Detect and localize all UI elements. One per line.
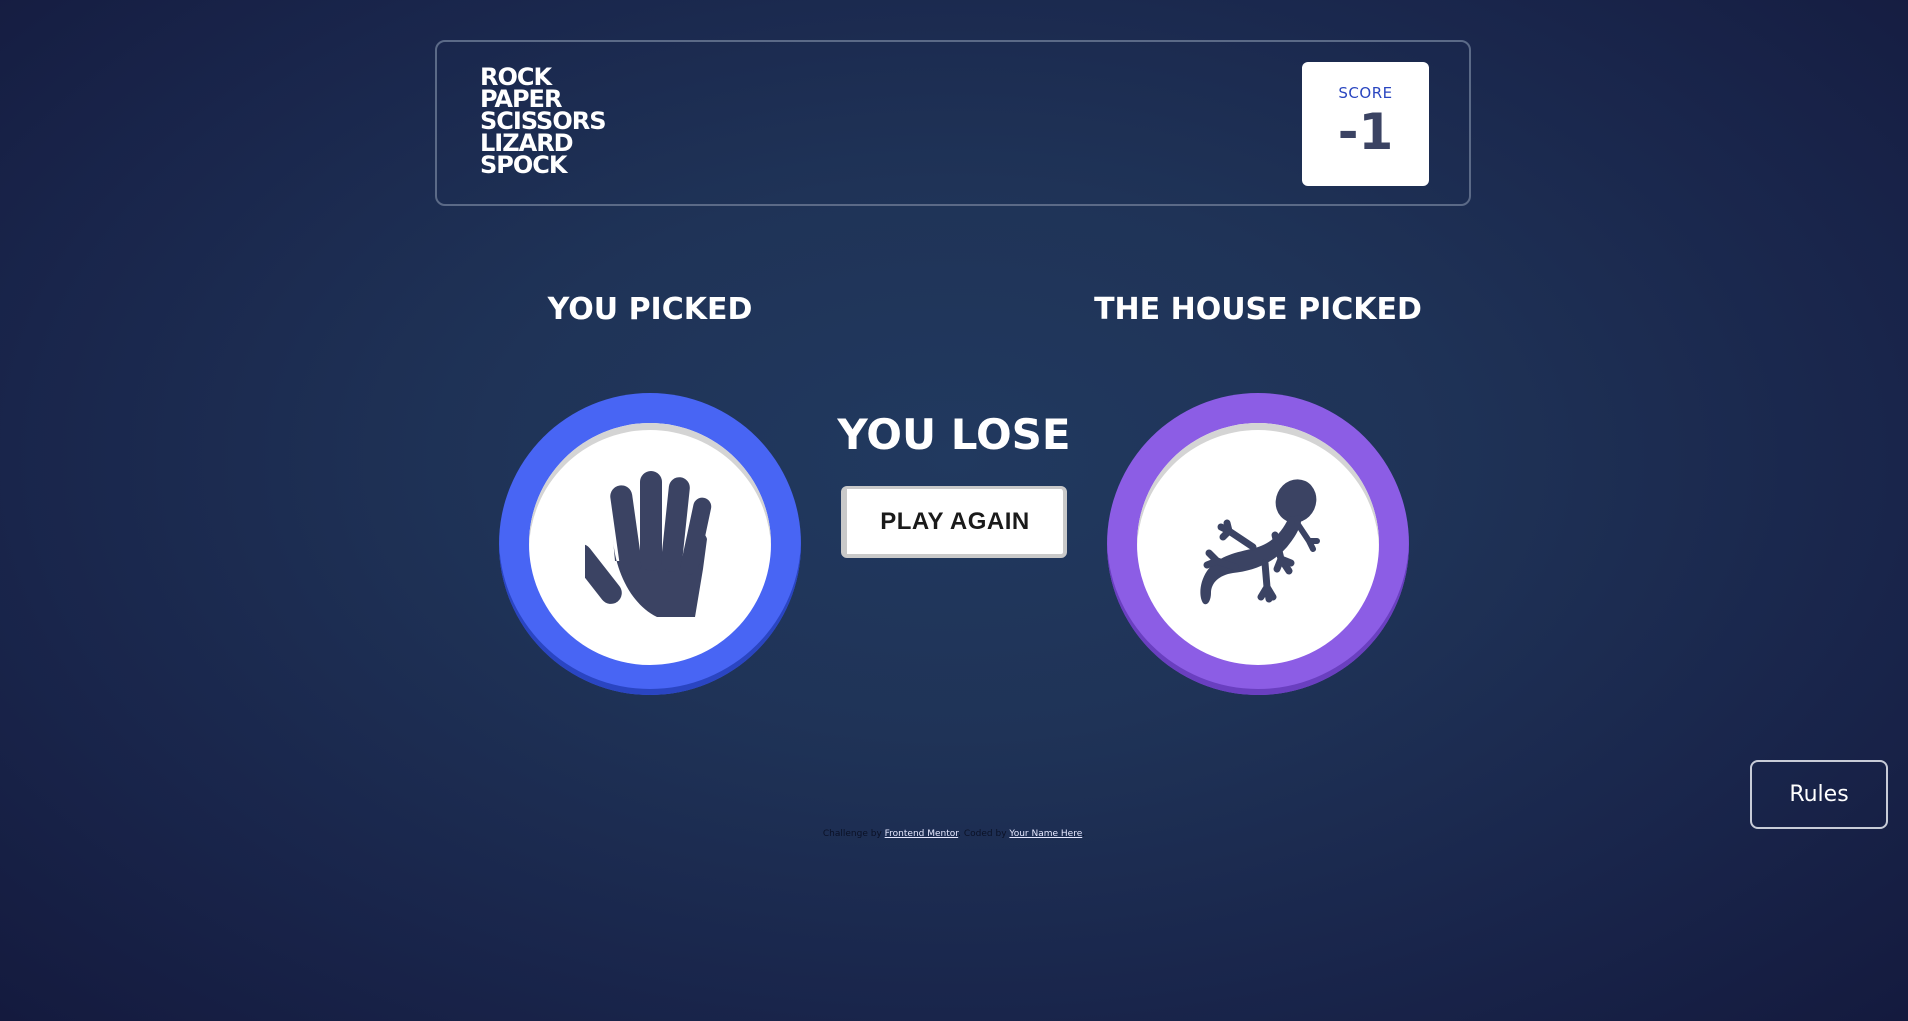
score-label: SCORE (1338, 84, 1393, 102)
lizard-icon (1200, 479, 1320, 605)
player-pick-token (499, 393, 801, 695)
paper-hand-icon (585, 471, 712, 617)
title-line-spock: SPOCK (480, 151, 567, 179)
result-text: YOU LOSE (837, 410, 1071, 459)
play-again-button[interactable]: PLAY AGAIN (841, 486, 1067, 558)
frontend-mentor-link[interactable]: Frontend Mentor (885, 829, 959, 839)
player-pick-heading: YOU PICKED (547, 292, 753, 327)
attribution-coded-prefix: . Coded by (958, 829, 1007, 839)
header-panel: ROCK PAPER SCISSORS LIZARD SPOCK SCORE -… (435, 40, 1471, 206)
attribution-footer: Challenge by Frontend Mentor. Coded by Y… (0, 829, 1908, 839)
author-link[interactable]: Your Name Here (1009, 829, 1082, 839)
house-pick-heading: THE HOUSE PICKED (1094, 292, 1422, 327)
player-token-face (529, 423, 771, 665)
attribution-suffix: . (1082, 829, 1086, 839)
house-token-face (1137, 423, 1379, 665)
attribution-challenge-prefix: Challenge by (822, 829, 882, 839)
score-box: SCORE -1 (1302, 62, 1429, 186)
game-title: ROCK PAPER SCISSORS LIZARD SPOCK (480, 65, 606, 179)
rules-button[interactable]: Rules (1750, 760, 1888, 829)
score-value: -1 (1337, 103, 1394, 161)
house-pick-token (1107, 393, 1409, 695)
